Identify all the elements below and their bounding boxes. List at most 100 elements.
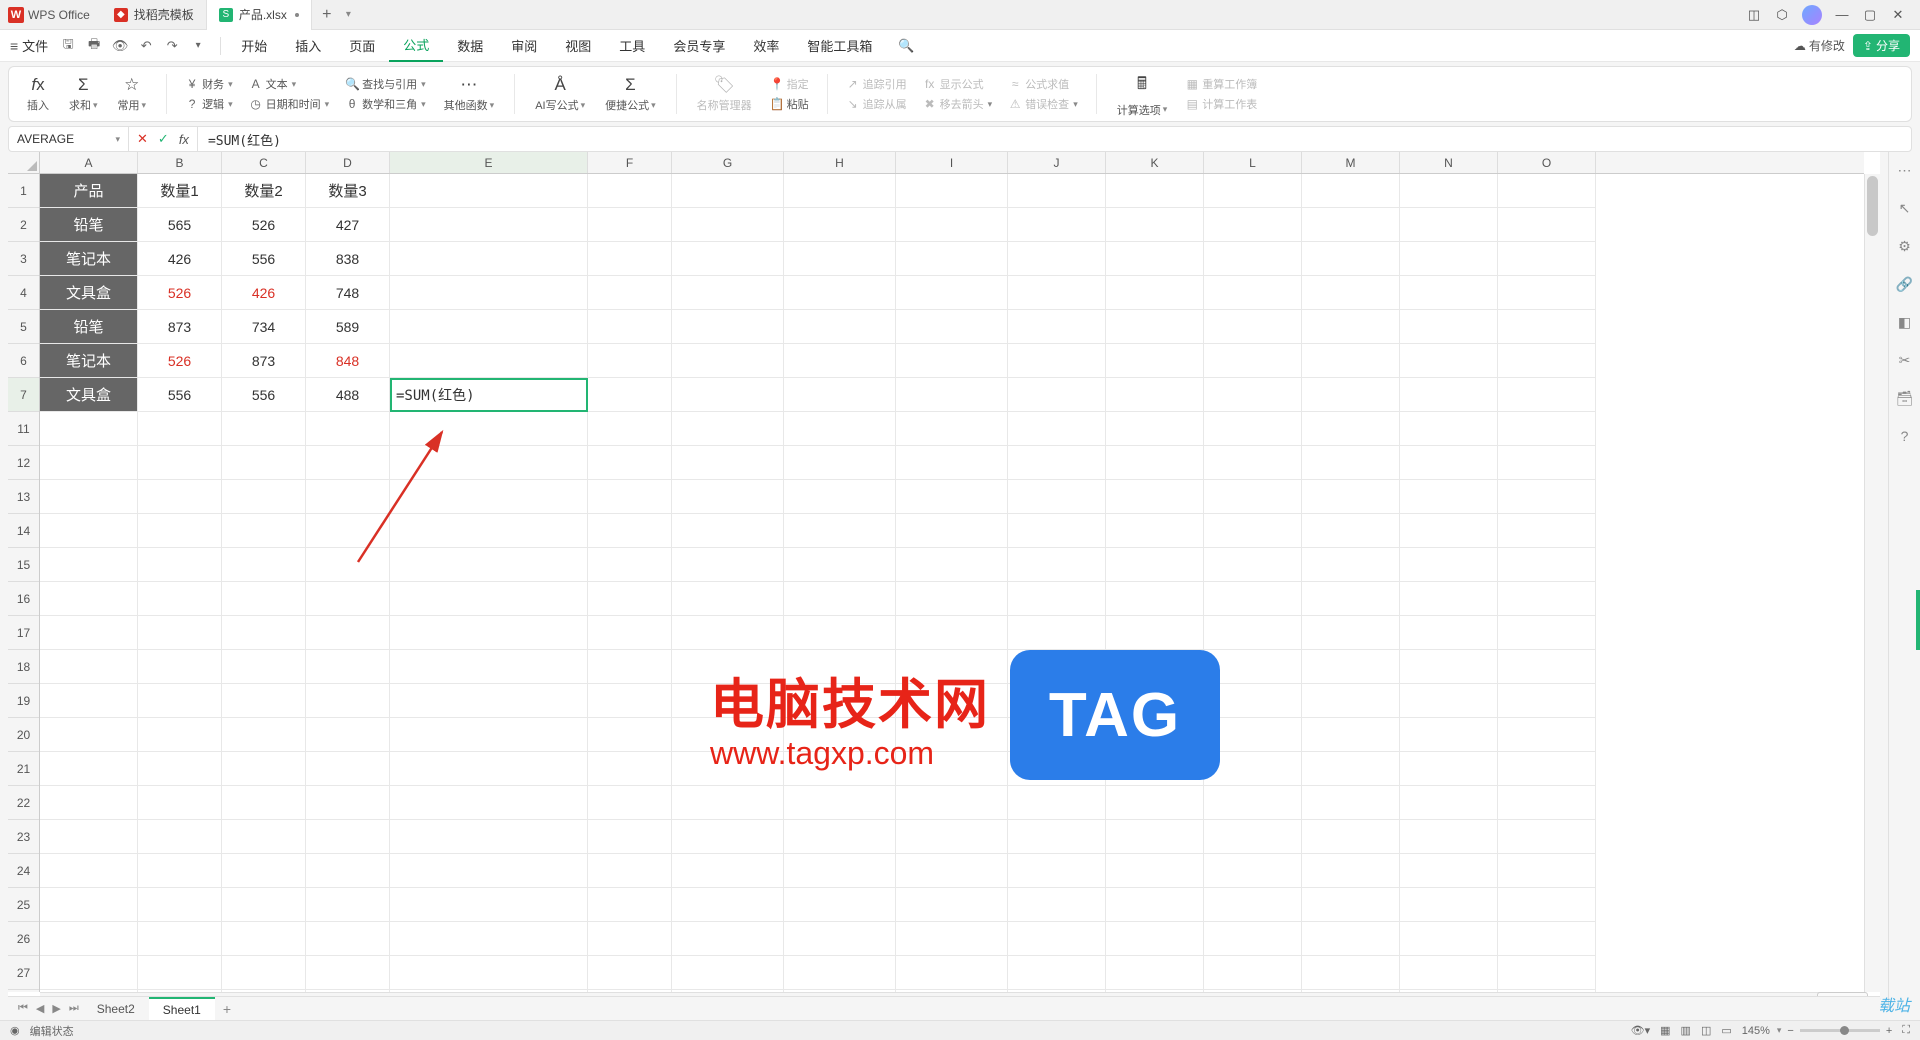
- row-header-7[interactable]: 7: [8, 378, 39, 412]
- col-header-H[interactable]: H: [784, 152, 896, 173]
- cell[interactable]: [306, 956, 390, 990]
- cell[interactable]: [1498, 174, 1596, 208]
- math-fn-button[interactable]: θ数学和三角▾: [341, 95, 430, 113]
- cell[interactable]: [588, 616, 672, 650]
- cell[interactable]: [306, 582, 390, 616]
- cell[interactable]: [588, 888, 672, 922]
- cell[interactable]: [1106, 888, 1204, 922]
- cell[interactable]: [138, 650, 222, 684]
- row-header-3[interactable]: 3: [8, 242, 39, 276]
- new-tab-button[interactable]: +: [312, 6, 342, 24]
- cell[interactable]: [1302, 888, 1400, 922]
- cell[interactable]: [784, 378, 896, 412]
- menu-tab-视图[interactable]: 视图: [551, 30, 605, 62]
- cell[interactable]: [1302, 786, 1400, 820]
- menu-tab-页面[interactable]: 页面: [335, 30, 389, 62]
- cell[interactable]: [1106, 378, 1204, 412]
- cell[interactable]: [896, 310, 1008, 344]
- cell[interactable]: [896, 208, 1008, 242]
- cell[interactable]: [1204, 276, 1302, 310]
- cell[interactable]: [896, 922, 1008, 956]
- cell[interactable]: [40, 446, 138, 480]
- cell[interactable]: [588, 582, 672, 616]
- cell[interactable]: [390, 276, 588, 310]
- cell[interactable]: [306, 480, 390, 514]
- cell[interactable]: [390, 514, 588, 548]
- select-all-corner[interactable]: [8, 152, 40, 174]
- cell[interactable]: [1400, 548, 1498, 582]
- cell[interactable]: [1204, 956, 1302, 990]
- menu-tab-智能工具箱[interactable]: 智能工具箱: [793, 30, 886, 62]
- cell[interactable]: [1400, 616, 1498, 650]
- sheet-prev-icon[interactable]: ◀: [32, 1002, 48, 1015]
- cell[interactable]: [588, 922, 672, 956]
- cell[interactable]: [1302, 616, 1400, 650]
- cell[interactable]: [1498, 310, 1596, 344]
- cell[interactable]: [1008, 514, 1106, 548]
- cell[interactable]: [672, 412, 784, 446]
- cell[interactable]: [390, 242, 588, 276]
- cell[interactable]: [138, 548, 222, 582]
- cell[interactable]: [1400, 412, 1498, 446]
- tools-icon[interactable]: ✂: [1895, 350, 1915, 370]
- col-header-J[interactable]: J: [1008, 152, 1106, 173]
- cell[interactable]: [1302, 582, 1400, 616]
- cell[interactable]: [784, 548, 896, 582]
- cell[interactable]: [1302, 514, 1400, 548]
- cell[interactable]: [306, 922, 390, 956]
- cell[interactable]: [390, 412, 588, 446]
- cell[interactable]: [672, 242, 784, 276]
- cell[interactable]: [40, 922, 138, 956]
- cell[interactable]: [896, 344, 1008, 378]
- cell[interactable]: [1106, 446, 1204, 480]
- cell[interactable]: [1302, 480, 1400, 514]
- cell[interactable]: [1498, 922, 1596, 956]
- cell[interactable]: [588, 820, 672, 854]
- cell[interactable]: [1498, 718, 1596, 752]
- tab-template[interactable]: ◆ 找稻壳模板: [102, 0, 207, 30]
- sheet-next-icon[interactable]: ▶: [48, 1002, 64, 1015]
- cell[interactable]: [784, 242, 896, 276]
- cell[interactable]: [672, 820, 784, 854]
- cell[interactable]: [896, 820, 1008, 854]
- cell[interactable]: [222, 616, 306, 650]
- sheet-last-icon[interactable]: ⏭: [65, 1002, 83, 1015]
- cell[interactable]: [672, 786, 784, 820]
- row-header-23[interactable]: 23: [8, 820, 39, 854]
- cell[interactable]: [588, 378, 672, 412]
- modified-indicator[interactable]: ☁有修改: [1794, 37, 1845, 54]
- row-header-12[interactable]: 12: [8, 446, 39, 480]
- cell[interactable]: 文具盒: [40, 378, 138, 412]
- cell[interactable]: [1204, 310, 1302, 344]
- cell[interactable]: [138, 786, 222, 820]
- close-button[interactable]: ✕: [1884, 1, 1912, 29]
- cell[interactable]: [1008, 242, 1106, 276]
- cell[interactable]: [1008, 174, 1106, 208]
- cell[interactable]: [1498, 752, 1596, 786]
- cell[interactable]: [1204, 174, 1302, 208]
- cell[interactable]: [1008, 310, 1106, 344]
- cell[interactable]: [40, 514, 138, 548]
- cell[interactable]: [1204, 344, 1302, 378]
- cell[interactable]: [1106, 854, 1204, 888]
- cell[interactable]: [1302, 854, 1400, 888]
- cell[interactable]: [222, 786, 306, 820]
- cell[interactable]: [1302, 174, 1400, 208]
- cell[interactable]: [306, 684, 390, 718]
- col-header-I[interactable]: I: [896, 152, 1008, 173]
- cell[interactable]: [784, 412, 896, 446]
- cell[interactable]: [390, 888, 588, 922]
- cell[interactable]: [588, 650, 672, 684]
- share-button[interactable]: ⇪分享: [1853, 34, 1910, 57]
- cell[interactable]: [1008, 548, 1106, 582]
- collapse-icon[interactable]: ⋯: [1895, 160, 1915, 180]
- cell[interactable]: [1400, 310, 1498, 344]
- cell[interactable]: [138, 616, 222, 650]
- cell[interactable]: [390, 854, 588, 888]
- cell[interactable]: [784, 480, 896, 514]
- cell[interactable]: 文具盒: [40, 276, 138, 310]
- cell[interactable]: [40, 582, 138, 616]
- cell[interactable]: [1498, 208, 1596, 242]
- confirm-formula-icon[interactable]: ✓: [158, 131, 169, 147]
- cell[interactable]: [390, 922, 588, 956]
